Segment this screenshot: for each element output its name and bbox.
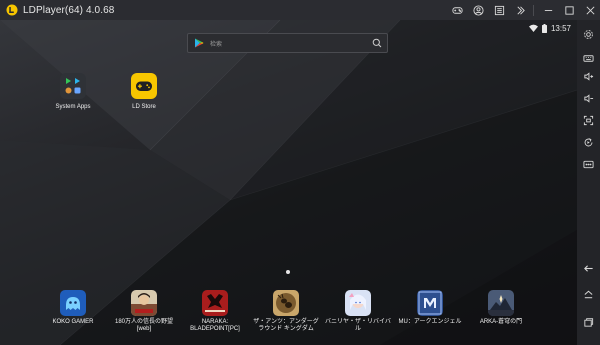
expand-icon	[516, 6, 525, 14]
account-icon	[472, 4, 484, 16]
maximize-icon	[564, 5, 574, 15]
rotate-icon	[584, 137, 593, 146]
dock-app-label: 180万人の信長の野望 [web]	[114, 319, 173, 332]
dock-app-naraka[interactable]: NARAKA: BLADEPOINT[PC]	[180, 290, 250, 333]
settings-button[interactable]	[577, 26, 600, 42]
system-apps-folder-icon	[60, 73, 86, 99]
title-bar: LDPlayer(64) 4.0.68	[0, 0, 600, 20]
dock-app-label: ザ・アンツ：アンダーグ ラウンド キングダム	[253, 319, 319, 332]
emulator-screen[interactable]: 13:57 检索 System Apps LD Store KOKO GAMER…	[0, 20, 577, 345]
dock-app-mu-archangel[interactable]: MU：アークエンジェル	[395, 290, 465, 326]
gamepad-button[interactable]	[447, 0, 467, 20]
naraka-icon	[202, 290, 228, 316]
dock-app-label: KOKO GAMER	[52, 319, 94, 325]
dock-app-nobunaga[interactable]: 180万人の信長の野望 [web]	[109, 290, 179, 333]
settings-icon	[584, 29, 593, 39]
google-play-icon	[195, 38, 204, 48]
home-app-ld-store[interactable]: LD Store	[114, 73, 174, 111]
close-icon	[586, 6, 594, 14]
ldplayer-logo-icon	[6, 4, 18, 16]
volume-down-button[interactable]	[577, 90, 600, 106]
volume-down-icon	[584, 93, 594, 103]
ldplayer-window: LDPlayer(64) 4.0.68 13:57 检索 System Apps…	[0, 0, 600, 345]
gamepad-icon	[451, 6, 463, 14]
mu-archangel-icon	[417, 290, 443, 316]
more-button[interactable]	[577, 156, 600, 172]
wifi-icon	[528, 24, 538, 32]
nobunaga-icon	[131, 290, 157, 316]
home-app-label: LD Store	[132, 104, 156, 110]
search-icon	[372, 38, 382, 48]
keyboard-button[interactable]	[577, 50, 600, 66]
battery-icon	[541, 23, 547, 33]
page-indicator-dot	[286, 270, 290, 274]
dock-app-the-ants[interactable]: ザ・アンツ：アンダーグ ラウンド キングダム	[251, 290, 321, 333]
maximize-button[interactable]	[559, 0, 579, 20]
right-toolbar	[577, 20, 600, 345]
close-button[interactable]	[580, 0, 600, 20]
dock-app-label: NARAKA: BLADEPOINT[PC]	[190, 319, 240, 332]
window-title: LDPlayer(64) 4.0.68	[23, 4, 115, 16]
home-button[interactable]	[577, 286, 600, 302]
title-controls	[446, 0, 600, 20]
title-separator	[533, 4, 534, 16]
rotate-button[interactable]	[577, 134, 600, 150]
dock-app-koko-gamer[interactable]: KOKO GAMER	[38, 290, 108, 326]
back-button[interactable]	[577, 260, 600, 276]
back-icon	[584, 264, 593, 272]
the-ants-icon	[273, 290, 299, 316]
fullscreen-icon	[583, 115, 594, 125]
menu-icon	[494, 5, 504, 15]
menu-button[interactable]	[489, 0, 509, 20]
search-placeholder: 检索	[210, 41, 223, 48]
dock-app-label: バニリヤ・ザ・リバイバ ル	[325, 319, 391, 332]
recent-apps-button[interactable]	[577, 314, 600, 330]
dock-app-label: MU：アークエンジェル	[398, 319, 462, 325]
vanilla-revival-icon	[345, 290, 371, 316]
more-icon	[583, 160, 594, 168]
koko-gamer-icon	[60, 290, 86, 316]
home-app-system-apps[interactable]: System Apps	[43, 73, 103, 111]
home-app-label: System Apps	[55, 104, 91, 110]
dock-app-vanilla-revival[interactable]: バニリヤ・ザ・リバイバ ル	[323, 290, 393, 333]
minimize-icon	[544, 9, 552, 11]
status-bar: 13:57	[528, 22, 571, 34]
account-button[interactable]	[468, 0, 488, 20]
ld-store-icon	[131, 73, 157, 99]
home-icon	[584, 290, 593, 298]
dock-app-arka[interactable]: ARKA-蒼穹の門	[466, 290, 536, 326]
minimize-button[interactable]	[538, 0, 558, 20]
recent-apps-icon	[584, 317, 594, 327]
volume-up-icon	[584, 71, 594, 81]
play-store-search-bar[interactable]: 检索	[187, 33, 388, 53]
fullscreen-button[interactable]	[577, 112, 600, 128]
volume-up-button[interactable]	[577, 68, 600, 84]
keyboard-icon	[583, 54, 594, 62]
arka-icon	[488, 290, 514, 316]
status-clock: 13:57	[550, 23, 571, 33]
dock-app-label: ARKA-蒼穹の門	[479, 319, 523, 325]
expand-sidebar-button[interactable]	[510, 0, 530, 20]
